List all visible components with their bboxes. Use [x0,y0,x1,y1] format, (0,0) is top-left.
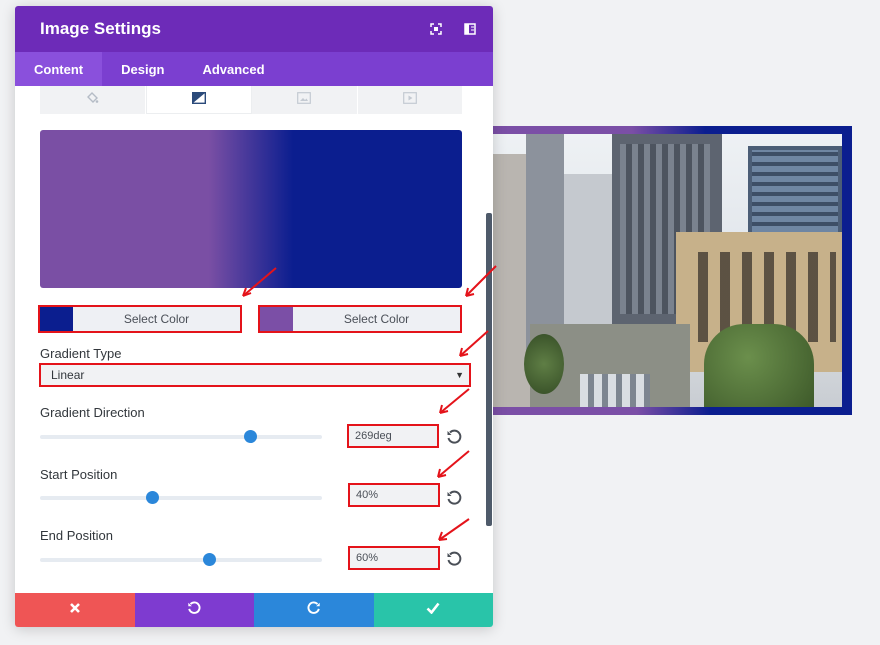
redo-button[interactable] [254,593,374,627]
module-preview [490,126,852,415]
start-position-input[interactable]: 40% [348,483,440,507]
gradient-start-color-picker[interactable]: Select Color [38,305,242,333]
gradient-icon [191,91,206,109]
undo-icon [187,601,201,620]
redo-icon [307,601,321,620]
modal-tabs: Content Design Advanced [15,52,493,86]
panel-scrollbar[interactable] [486,213,492,526]
slider-thumb[interactable] [244,430,258,443]
reset-icon[interactable] [446,429,462,445]
gradient-end-color-picker[interactable]: Select Color [258,305,462,333]
end-position-label: End Position [40,528,113,543]
gradient-type-select[interactable]: Linear ▼ [39,363,471,387]
settings-modal: Image Settings Content Design Advanced S… [15,6,493,627]
end-position-input[interactable]: 60% [348,546,440,570]
end-color-swatch [260,307,293,331]
check-icon [426,601,440,619]
gradient-direction-input[interactable]: 269deg [347,424,439,448]
modal-footer [15,593,493,627]
end-select-color-label: Select Color [343,312,410,326]
subtab-color[interactable] [40,86,146,114]
tab-design[interactable]: Design [102,52,183,86]
slider-thumb[interactable] [202,553,216,566]
image-icon [297,91,312,109]
city-photo [490,134,842,407]
reset-icon[interactable] [446,551,462,567]
subtab-image[interactable] [252,86,358,114]
gradient-direction-label: Gradient Direction [40,405,145,420]
end-position-slider[interactable] [40,553,322,566]
start-position-label: Start Position [40,467,118,482]
tab-content[interactable]: Content [15,52,103,86]
discard-button[interactable] [15,593,135,627]
gradient-preview [40,130,462,288]
slider-thumb[interactable] [146,491,160,504]
start-color-swatch [40,307,73,331]
undo-button[interactable] [134,593,254,627]
split-view-icon[interactable] [453,6,487,52]
start-position-slider[interactable] [40,491,322,504]
modal-title: Image Settings [40,19,161,38]
subtab-gradient[interactable] [145,86,252,114]
start-select-color-label: Select Color [123,312,190,326]
close-icon [69,601,81,619]
background-type-tabs [40,86,462,114]
gradient-type-value: Linear [51,368,85,382]
gradient-direction-slider[interactable] [40,430,322,443]
reset-icon[interactable] [446,490,462,506]
screenshot-icon[interactable] [419,6,453,52]
video-icon [402,91,417,109]
dropdown-arrow-icon: ▼ [455,370,464,380]
save-button[interactable] [373,593,493,627]
modal-header: Image Settings [15,6,493,52]
subtab-video[interactable] [357,86,462,114]
paint-bucket-icon [86,91,99,109]
tab-advanced[interactable]: Advanced [183,52,283,86]
gradient-type-label: Gradient Type [40,346,122,361]
